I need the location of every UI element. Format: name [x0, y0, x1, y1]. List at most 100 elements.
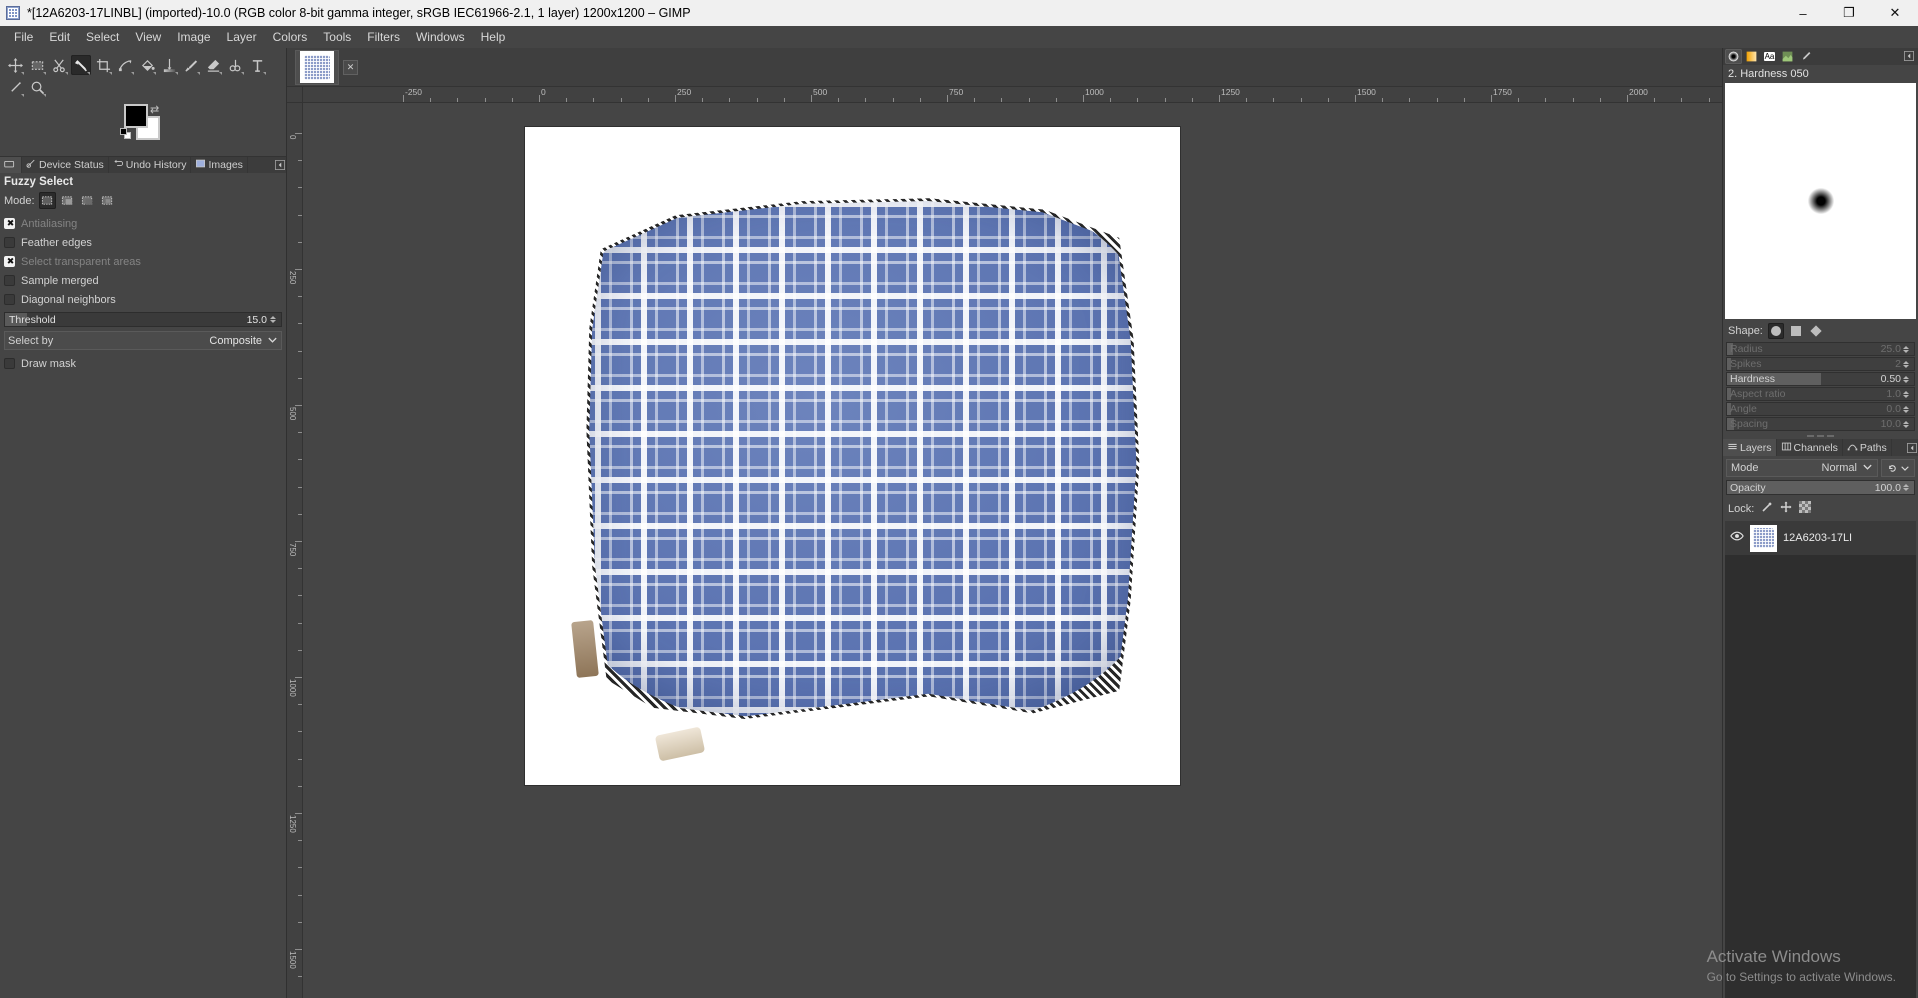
- dock-resize-grip[interactable]: [1723, 432, 1918, 439]
- swap-colors-icon[interactable]: ⇄: [150, 103, 159, 116]
- draw-mask-checkbox[interactable]: [4, 358, 15, 369]
- mode-replace[interactable]: [38, 192, 56, 209]
- menu-help[interactable]: Help: [473, 28, 514, 46]
- foreground-color-swatch[interactable]: [124, 104, 148, 128]
- select-by-dropdown[interactable]: Select by Composite: [4, 331, 282, 350]
- brush-slider-value[interactable]: 0.50: [1881, 373, 1903, 385]
- minimize-button[interactable]: –: [1780, 0, 1826, 26]
- scissors-select-tool[interactable]: [49, 55, 69, 75]
- shape-diamond[interactable]: [1808, 323, 1824, 339]
- layers-dock-tab-paths[interactable]: Paths: [1843, 439, 1892, 456]
- option-feather-edges[interactable]: Feather edges: [4, 233, 282, 252]
- ruler-corner[interactable]: [287, 87, 303, 103]
- menu-filters[interactable]: Filters: [359, 28, 408, 46]
- option-checkbox[interactable]: [4, 275, 15, 286]
- bucket-fill-tool[interactable]: [137, 55, 157, 75]
- eraser-tool[interactable]: [203, 55, 223, 75]
- opacity-value[interactable]: 100.0: [1875, 482, 1903, 494]
- horizontal-ruler[interactable]: -250 0 250 500 750 1000 1250 1500 1750 2000: [303, 87, 1722, 103]
- brush-radius-slider[interactable]: Radius 25.0: [1726, 342, 1915, 356]
- layer-row[interactable]: 12A6203-17LI: [1725, 521, 1916, 555]
- option-checkbox[interactable]: [4, 217, 16, 230]
- left-dock-tab-tool-options[interactable]: [0, 157, 22, 173]
- path-tool[interactable]: [5, 77, 25, 97]
- tab-menu-icon[interactable]: [1906, 439, 1918, 456]
- draw-mask-row[interactable]: Draw mask: [4, 354, 282, 373]
- transform-tool[interactable]: [115, 55, 135, 75]
- smudge-tool[interactable]: [225, 55, 245, 75]
- text-tool[interactable]: [247, 55, 267, 75]
- layer-mode-dropdown[interactable]: Mode Normal: [1726, 459, 1878, 477]
- menu-select[interactable]: Select: [78, 28, 127, 46]
- threshold-stepper[interactable]: [270, 316, 279, 323]
- crop-tool[interactable]: [93, 55, 113, 75]
- brush-slider-stepper[interactable]: [1903, 420, 1912, 428]
- option-antialiasing[interactable]: Antialiasing: [4, 214, 282, 233]
- brush-spacing-slider[interactable]: Spacing 10.0: [1726, 417, 1915, 431]
- image-tab-close-icon[interactable]: ✕: [343, 59, 358, 75]
- brush-slider-value[interactable]: 0.0: [1886, 403, 1903, 415]
- brush-slider-stepper[interactable]: [1903, 375, 1912, 383]
- brush-slider-value[interactable]: 2: [1895, 358, 1903, 370]
- image-sheet[interactable]: [525, 127, 1180, 785]
- menu-tools[interactable]: Tools: [315, 28, 359, 46]
- menu-layer[interactable]: Layer: [219, 28, 265, 46]
- reset-colors-icon[interactable]: [120, 128, 131, 139]
- rectangle-select-tool[interactable]: [27, 55, 47, 75]
- menu-view[interactable]: View: [127, 28, 169, 46]
- menu-edit[interactable]: Edit: [41, 28, 78, 46]
- lock-pixels-icon[interactable]: [1761, 501, 1773, 516]
- brush-preview[interactable]: [1725, 83, 1916, 319]
- fuzzy-select-tool[interactable]: [71, 55, 91, 75]
- option-checkbox[interactable]: [4, 237, 15, 248]
- paint-dynamics-tab[interactable]: [1797, 49, 1814, 64]
- close-button[interactable]: ✕: [1872, 0, 1918, 26]
- brush-slider-value[interactable]: 25.0: [1881, 343, 1903, 355]
- menu-file[interactable]: File: [6, 28, 41, 46]
- opacity-slider[interactable]: Opacity 100.0: [1726, 480, 1915, 495]
- option-sample-merged[interactable]: Sample merged: [4, 271, 282, 290]
- left-dock-tab-images[interactable]: Images: [191, 157, 248, 173]
- lock-alpha-icon[interactable]: [1799, 501, 1812, 516]
- tab-menu-icon[interactable]: [274, 157, 286, 173]
- mode-intersect[interactable]: [99, 192, 116, 209]
- layers-dock-tab-layers[interactable]: Layers: [1723, 439, 1777, 456]
- option-select-transparent-areas[interactable]: Select transparent areas: [4, 252, 282, 271]
- brush-slider-stepper[interactable]: [1903, 345, 1912, 353]
- brush-spikes-slider[interactable]: Spikes 2: [1726, 357, 1915, 371]
- shape-circle[interactable]: [1767, 323, 1784, 339]
- lock-position-icon[interactable]: [1780, 501, 1792, 516]
- tab-menu-icon[interactable]: [1904, 50, 1916, 63]
- opacity-stepper[interactable]: [1903, 484, 1912, 491]
- maximize-button[interactable]: ❐: [1826, 0, 1872, 26]
- option-diagonal-neighbors[interactable]: Diagonal neighbors: [4, 290, 282, 309]
- brush-angle-slider[interactable]: Angle 0.0: [1726, 402, 1915, 416]
- brush-slider-stepper[interactable]: [1903, 360, 1912, 368]
- layer-blend-space-button[interactable]: [1881, 459, 1915, 477]
- brush-aspect-ratio-slider[interactable]: Aspect ratio 1.0: [1726, 387, 1915, 401]
- left-dock-tab-device-status[interactable]: Device Status: [22, 157, 109, 173]
- mode-add[interactable]: [59, 192, 76, 209]
- zoom-tool[interactable]: [27, 77, 47, 97]
- brush-hardness-slider[interactable]: Hardness 0.50: [1726, 372, 1915, 386]
- fonts-tab[interactable]: Aa: [1761, 49, 1778, 64]
- menu-image[interactable]: Image: [169, 28, 218, 46]
- threshold-slider[interactable]: Threshold 15.0: [4, 312, 282, 327]
- patterns-tab[interactable]: [1779, 49, 1796, 64]
- layer-visibility-eye-icon[interactable]: [1730, 529, 1744, 547]
- threshold-value[interactable]: 15.0: [247, 314, 270, 326]
- option-checkbox[interactable]: [4, 255, 16, 268]
- menu-colors[interactable]: Colors: [265, 28, 316, 46]
- option-checkbox[interactable]: [4, 294, 15, 305]
- vertical-ruler[interactable]: 0 250 500 750 1000 1250 1500: [287, 103, 303, 998]
- brush-slider-stepper[interactable]: [1903, 405, 1912, 413]
- gradients-tab[interactable]: [1743, 49, 1760, 64]
- brush-slider-stepper[interactable]: [1903, 390, 1912, 398]
- image-tab-pillow[interactable]: [295, 49, 339, 85]
- shape-square[interactable]: [1788, 323, 1804, 339]
- move-tool[interactable]: [5, 55, 25, 75]
- left-dock-tab-undo-history[interactable]: Undo History: [109, 157, 192, 173]
- paintbrush-tool[interactable]: [181, 55, 201, 75]
- gradient-tool[interactable]: [159, 55, 179, 75]
- mode-subtract[interactable]: [79, 192, 96, 209]
